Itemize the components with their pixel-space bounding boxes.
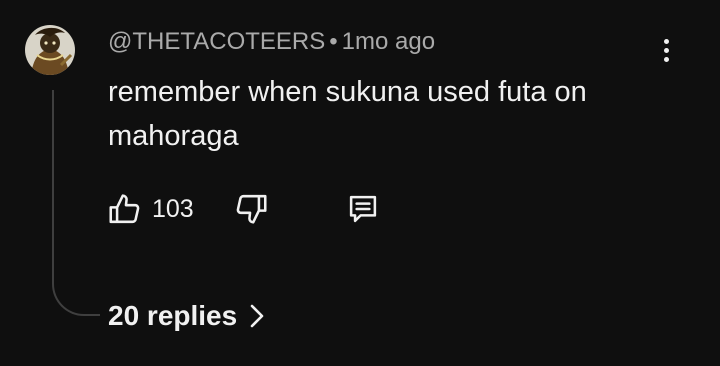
chevron-right-icon (249, 303, 265, 329)
like-count: 103 (152, 194, 194, 223)
comment-text: remember when sukuna used futa on mahora… (108, 76, 587, 152)
like-button[interactable]: 103 (106, 188, 194, 230)
dislike-button[interactable] (232, 188, 270, 230)
view-replies-button[interactable]: 20 replies (108, 296, 265, 336)
comment-icon (349, 195, 377, 223)
reply-thread-line (52, 90, 100, 316)
reply-button[interactable] (344, 188, 382, 230)
more-options-button[interactable] (650, 30, 682, 70)
thumbs-down-icon (236, 194, 267, 224)
comment-header: @THETACOTEERS • 1mo ago (108, 28, 435, 56)
meta-separator: • (329, 28, 338, 55)
thumbs-up-icon (109, 194, 140, 224)
avatar-image (25, 25, 75, 75)
avatar[interactable] (25, 25, 75, 75)
comment-timestamp[interactable]: 1mo ago (342, 28, 435, 55)
author-name[interactable]: @THETACOTEERS (108, 28, 325, 55)
replies-count-label: 20 replies (108, 300, 238, 331)
more-vert-icon (663, 38, 669, 44)
